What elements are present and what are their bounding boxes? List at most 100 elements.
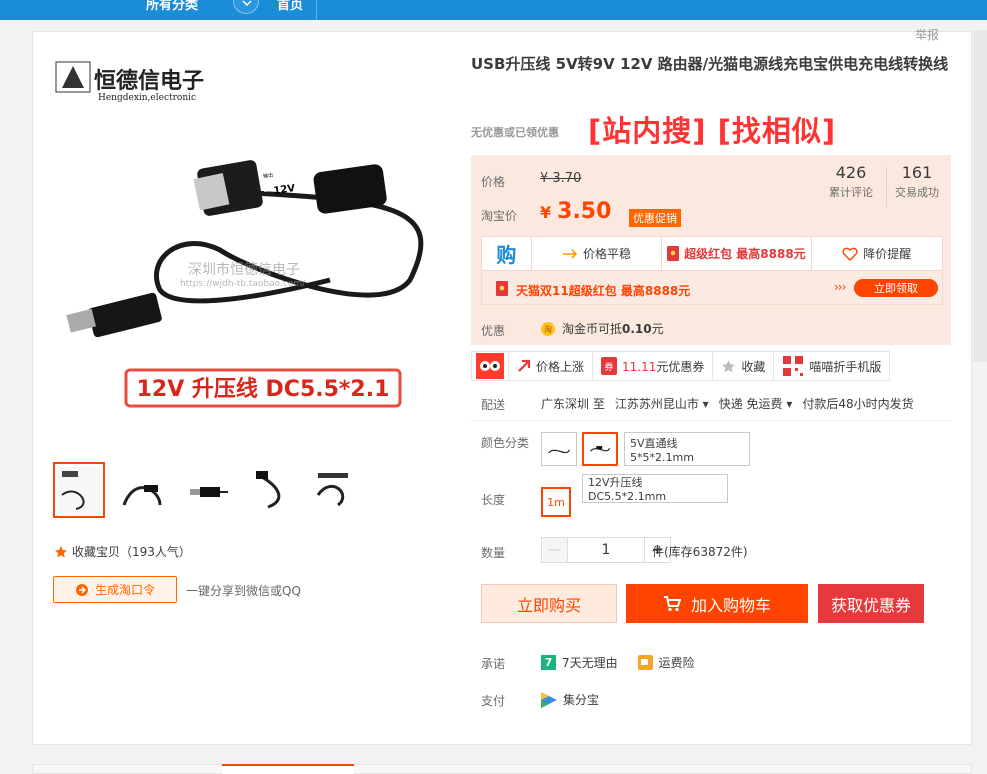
buy-tool[interactable]: 购: [482, 237, 532, 270]
thumbnail-3[interactable]: [181, 462, 233, 518]
destination-select[interactable]: 江苏苏州昆山市 ▾: [615, 395, 709, 412]
price-trend[interactable]: 价格平稳: [532, 237, 663, 270]
price-drop-alert[interactable]: 降价提醒: [812, 237, 942, 270]
divider: [471, 420, 951, 421]
length-option-1m[interactable]: 1m: [541, 487, 571, 517]
original-price: ¥ 3.70: [540, 171, 582, 186]
super-redpack[interactable]: 超级红包 最高8888元: [662, 237, 812, 270]
search-similar-links[interactable]: [站内搜] [找相似]: [588, 108, 836, 150]
promise-label: 承诺: [481, 657, 506, 671]
coupon-1111-button[interactable]: 券 11.11元优惠券: [593, 352, 714, 380]
thumbnail-4[interactable]: [245, 462, 297, 518]
quantity-input[interactable]: 1: [568, 537, 644, 563]
top-nav: 所有分类 首页: [0, 0, 987, 20]
share-hint: 一键分享到微信或QQ: [186, 584, 301, 598]
payment-label: 支付: [481, 694, 506, 708]
category-toggle[interactable]: [233, 0, 259, 14]
favorite-label: 收藏宝贝（193人气）: [72, 545, 191, 559]
thumbnail-5[interactable]: [309, 462, 361, 518]
discount-label: 优惠: [481, 324, 506, 338]
promo-arrows: ›››: [834, 280, 846, 294]
buy-icon: 购: [496, 243, 517, 267]
shipping-method-select[interactable]: 快递 免运费 ▾: [719, 395, 793, 412]
length-label: 长度: [481, 493, 506, 507]
heart-icon: [842, 247, 858, 261]
quantity-decrease-button[interactable]: —: [541, 537, 568, 563]
payment-methods: 集分宝: [541, 691, 599, 708]
price-box: 价格 ¥ 3.70 淘宝价 ¥3.50 优惠促销 426 累计评论 161 交易…: [471, 155, 951, 345]
shipping-label: 配送: [481, 398, 506, 412]
quantity-label: 数量: [481, 546, 506, 560]
service-promises: 7 7天无理由 运费险: [541, 654, 695, 671]
star-icon: [722, 359, 736, 372]
svg-text:淘: 淘: [544, 324, 552, 334]
sold-count: 161 交易成功: [895, 163, 939, 199]
main-product-image[interactable]: 恒德信电子 Hengdexin,electronic 输出 12V 深圳市恒德信…: [50, 50, 450, 420]
return-policy[interactable]: 7天无理由: [562, 654, 618, 671]
share-button-label: 生成淘口令: [94, 583, 155, 597]
color-label: 颜色分类: [481, 436, 530, 450]
claim-now-button[interactable]: 立即领取: [854, 279, 938, 297]
product-photo: 恒德信电子 Hengdexin,electronic 输出 12V 深圳市恒德信…: [55, 61, 424, 408]
svg-text:12V 升压线 DC5.5*2.1: 12V 升压线 DC5.5*2.1: [137, 376, 390, 402]
thumbnail-2[interactable]: [117, 462, 169, 518]
svg-text:输出: 输出: [263, 172, 274, 180]
collect-button[interactable]: 收藏: [713, 352, 775, 380]
add-to-cart-button[interactable]: 加入购物车: [626, 584, 808, 623]
watermark-text: 深圳市恒德信电子: [188, 261, 300, 278]
promo-tag: 优惠促销: [629, 209, 681, 227]
price-up-button[interactable]: 价格上涨: [509, 352, 594, 380]
all-categories-link[interactable]: 所有分类: [146, 0, 198, 13]
stat-divider: [886, 167, 887, 207]
share-code-button[interactable]: 生成淘口令: [53, 576, 177, 603]
share-icon: [75, 583, 88, 596]
sku-thumb-boost[interactable]: [582, 432, 618, 466]
red-envelope-icon: [667, 246, 680, 261]
svg-text:恒德信电子: 恒德信电子: [94, 68, 204, 94]
cat-mascot-icon: [476, 353, 504, 379]
arrow-right-icon: [562, 248, 578, 259]
taobao-price-label: 淘宝价: [481, 209, 518, 223]
no-coupon-text: 无优惠或已领优惠: [471, 126, 559, 139]
detail-tabs-bar: [32, 764, 972, 774]
get-coupon-button[interactable]: 获取优惠券: [818, 584, 924, 623]
report-link[interactable]: 举报: [915, 26, 939, 43]
image-caption: 12V 升压线 DC5.5*2.1: [124, 368, 402, 408]
double11-promo: 天猫双11超级红包 最高8888元 ››› 立即领取: [481, 272, 943, 305]
sku-option-boost[interactable]: 12V升压线 DC5.5*2.1mm: [582, 474, 728, 503]
product-title: USB升压线 5V转9V 12V 路由器/光猫电源线充电宝供电充电线转换线: [471, 55, 949, 73]
jifenbao-icon: [541, 691, 557, 708]
favorite-item[interactable]: 收藏宝贝（193人气）: [54, 543, 191, 560]
arrow-up-right-icon: [518, 359, 531, 372]
mascot-icon-cell: [472, 352, 509, 380]
seven-day-icon: 7: [541, 655, 556, 670]
buy-now-button[interactable]: 立即购买: [481, 584, 617, 623]
review-count[interactable]: 426 累计评论: [823, 163, 879, 200]
brand-logo: 恒德信电子 Hengdexin,electronic: [55, 61, 204, 103]
coupon-icon: 券: [601, 357, 618, 375]
home-link[interactable]: 首页: [277, 0, 303, 13]
star-icon: [55, 545, 67, 557]
price-label: 价格: [481, 175, 506, 189]
red-envelope-icon: [496, 281, 508, 296]
sku-option-straight[interactable]: 5V直通线 5*5*2.1mm: [624, 432, 750, 466]
sku-thumb-straight[interactable]: [541, 432, 577, 466]
tab-active[interactable]: [222, 764, 354, 774]
freight-insurance[interactable]: 运费险: [659, 654, 695, 671]
svg-text:券: 券: [605, 361, 614, 373]
price-tools-bar: 购 价格平稳 超级红包 最高8888元 降价提醒: [481, 236, 943, 271]
nav-divider: [316, 0, 317, 20]
promo-text: 天猫双11超级红包 最高8888元: [516, 284, 691, 298]
stock-count: 件(库存63872件): [652, 545, 748, 559]
thumbnail-strip: [53, 462, 361, 518]
watermark-url: https://wjdh-tb.taobao.com/: [180, 279, 306, 289]
mobile-version-button[interactable]: 喵喵折手机版: [774, 352, 889, 380]
freight-insurance-icon: [637, 655, 653, 670]
thumbnail-1[interactable]: [53, 462, 105, 518]
right-sidebar-strip: [973, 30, 987, 362]
qr-code-icon: [782, 355, 805, 377]
coin-icon: 淘: [541, 321, 555, 336]
current-price: ¥3.50: [540, 199, 612, 224]
taojin-coin-discount: 淘 淘金币可抵0.10元: [540, 320, 664, 337]
action-bar: 价格上涨 券 11.11元优惠券 收藏 喵喵折手机版: [471, 351, 891, 381]
